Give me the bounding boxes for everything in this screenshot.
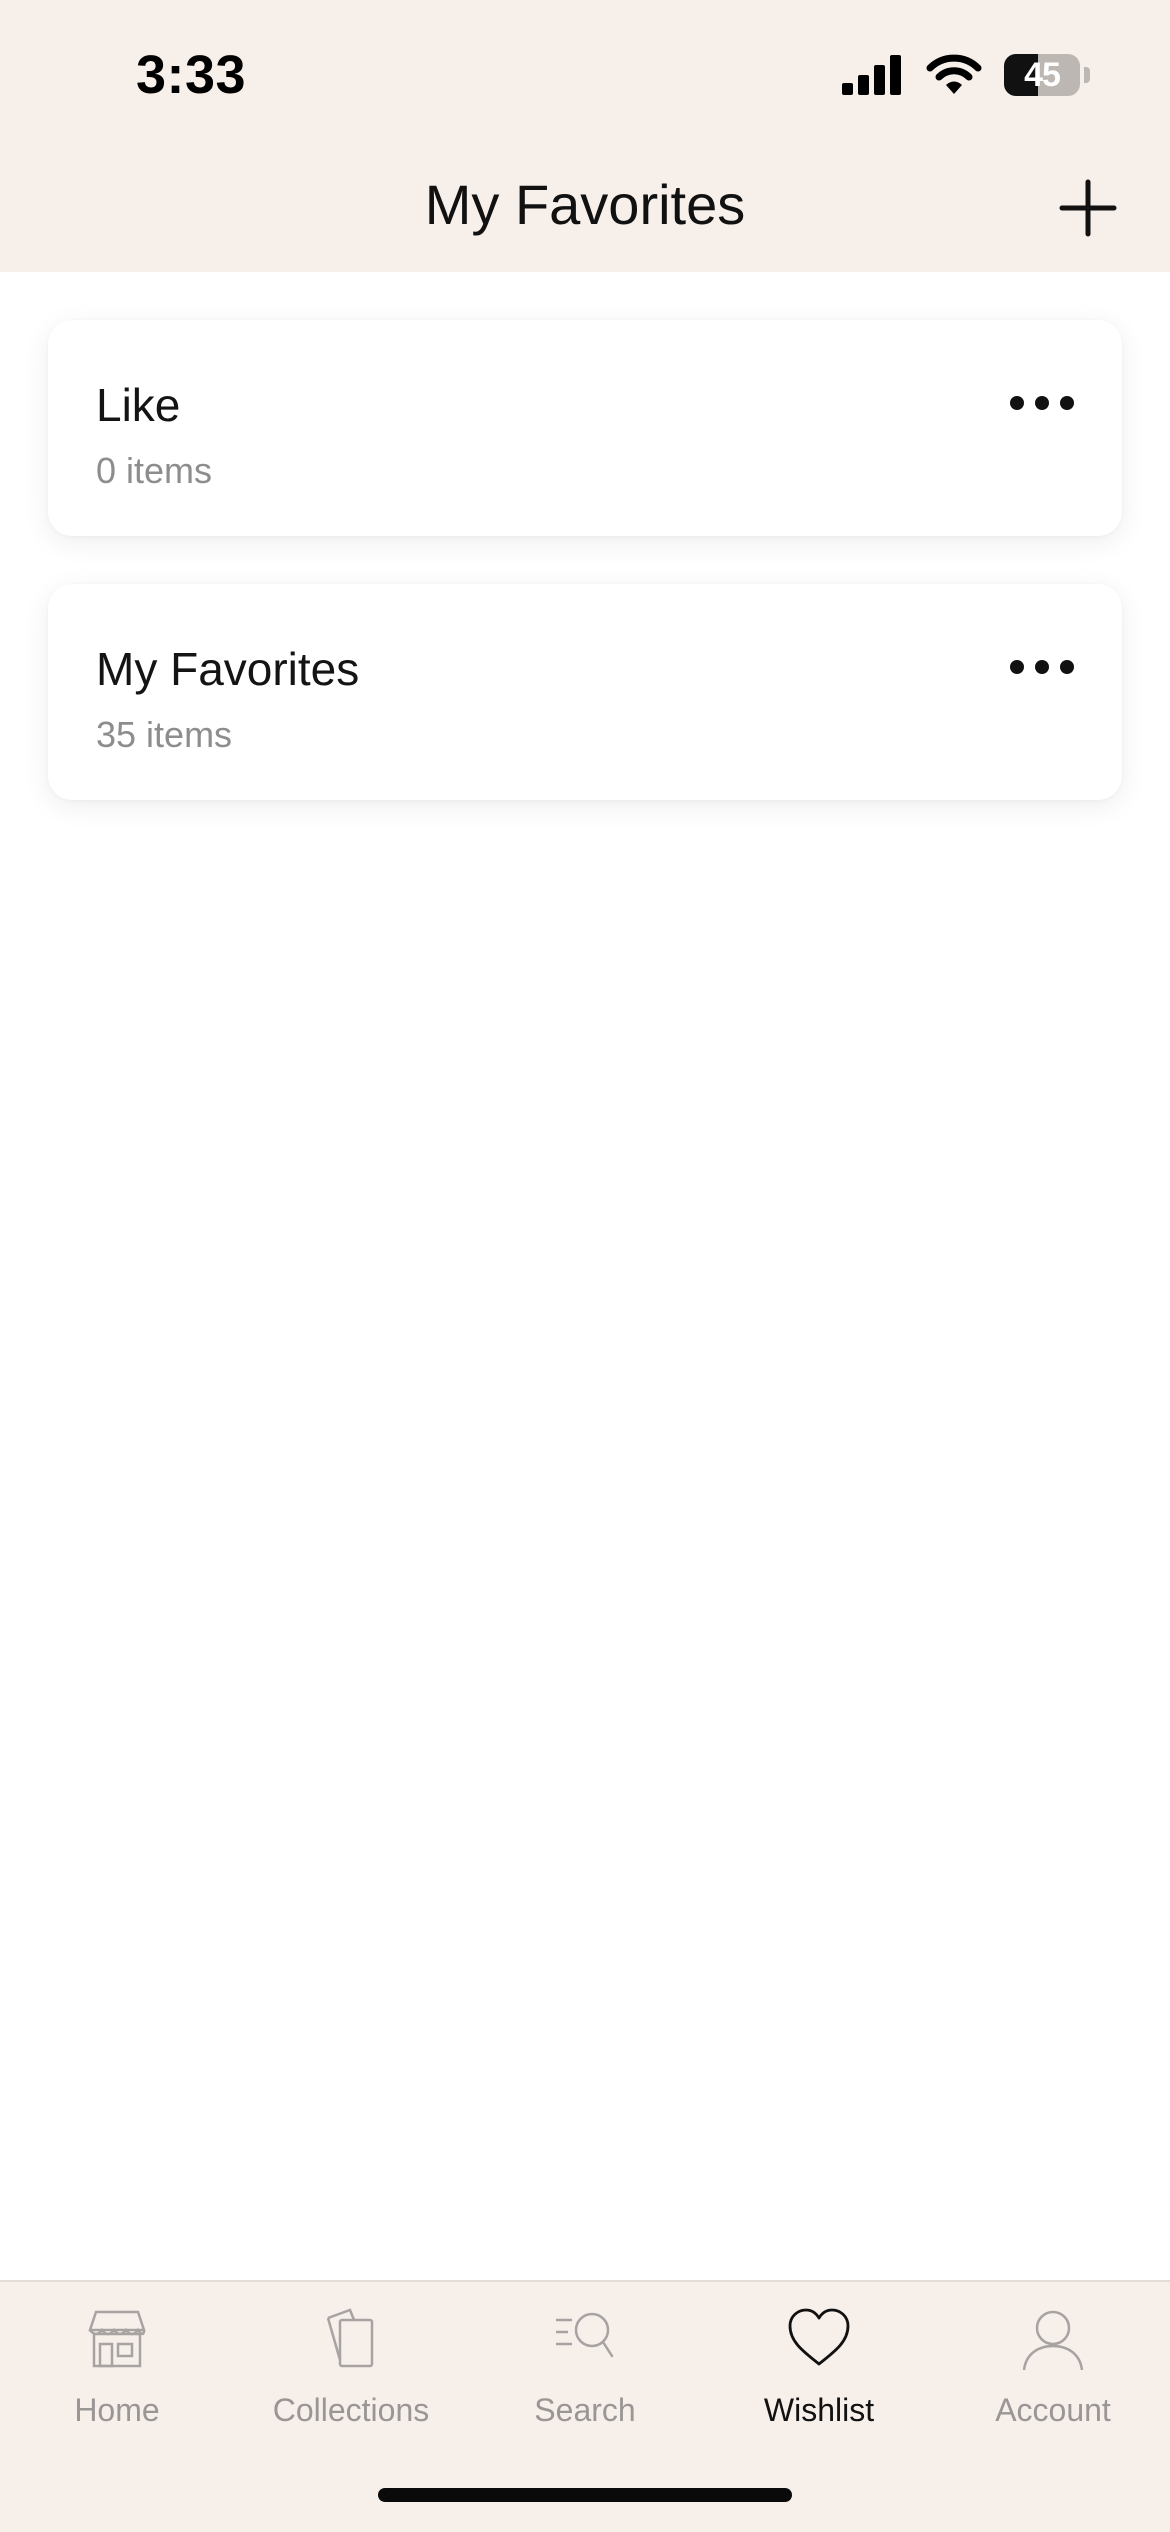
screen: 3:33 45 My Favorites Like 0 items My Fav… xyxy=(0,0,1170,2532)
page-title: My Favorites xyxy=(424,173,746,236)
add-list-button[interactable] xyxy=(1058,178,1118,238)
wishlist-card-like[interactable]: Like 0 items xyxy=(48,320,1122,536)
wishlist-title: My Favorites xyxy=(96,643,360,695)
battery-icon: 45 xyxy=(1004,54,1080,96)
home-indicator[interactable] xyxy=(378,2488,792,2502)
ellipsis-dot xyxy=(1010,660,1024,674)
wishlist-count: 0 items xyxy=(96,450,213,491)
ellipsis-dot xyxy=(1010,396,1024,410)
wifi-icon xyxy=(926,54,982,94)
tab-search[interactable]: Search xyxy=(468,2282,702,2452)
more-options-button[interactable] xyxy=(1010,652,1074,682)
battery-level: 45 xyxy=(1024,55,1061,94)
tab-home[interactable]: Home xyxy=(0,2282,234,2452)
storefront-icon xyxy=(88,2310,146,2368)
more-options-button[interactable] xyxy=(1010,388,1074,418)
wishlist-title: Like xyxy=(96,379,181,431)
header-bar: 3:33 45 My Favorites xyxy=(0,0,1170,272)
ellipsis-dot xyxy=(1060,396,1074,410)
wishlist-list: Like 0 items My Favorites 35 items xyxy=(48,320,1122,848)
tab-label: Wishlist xyxy=(763,2392,875,2428)
ellipsis-dot xyxy=(1035,660,1049,674)
heart-icon xyxy=(788,2308,850,2366)
wishlist-count: 35 items xyxy=(96,714,233,755)
status-icons: 45 xyxy=(842,54,1090,96)
collections-icon xyxy=(326,2308,374,2368)
tab-collections[interactable]: Collections xyxy=(234,2282,468,2452)
search-icon xyxy=(556,2312,614,2358)
ellipsis-dot xyxy=(1035,396,1049,410)
tab-label: Home xyxy=(74,2392,160,2428)
person-icon xyxy=(1022,2310,1084,2371)
signal-icon xyxy=(842,55,901,95)
tab-wishlist[interactable]: Wishlist xyxy=(702,2282,936,2452)
tab-account[interactable]: Account xyxy=(936,2282,1170,2452)
battery-cap xyxy=(1084,67,1090,83)
status-time: 3:33 xyxy=(136,45,247,105)
ellipsis-dot xyxy=(1060,660,1074,674)
wishlist-card-my-favorites[interactable]: My Favorites 35 items xyxy=(48,584,1122,800)
tab-label: Search xyxy=(534,2392,636,2428)
tab-label: Collections xyxy=(272,2392,430,2428)
tab-label: Account xyxy=(995,2392,1111,2428)
plus-icon xyxy=(1059,179,1117,237)
